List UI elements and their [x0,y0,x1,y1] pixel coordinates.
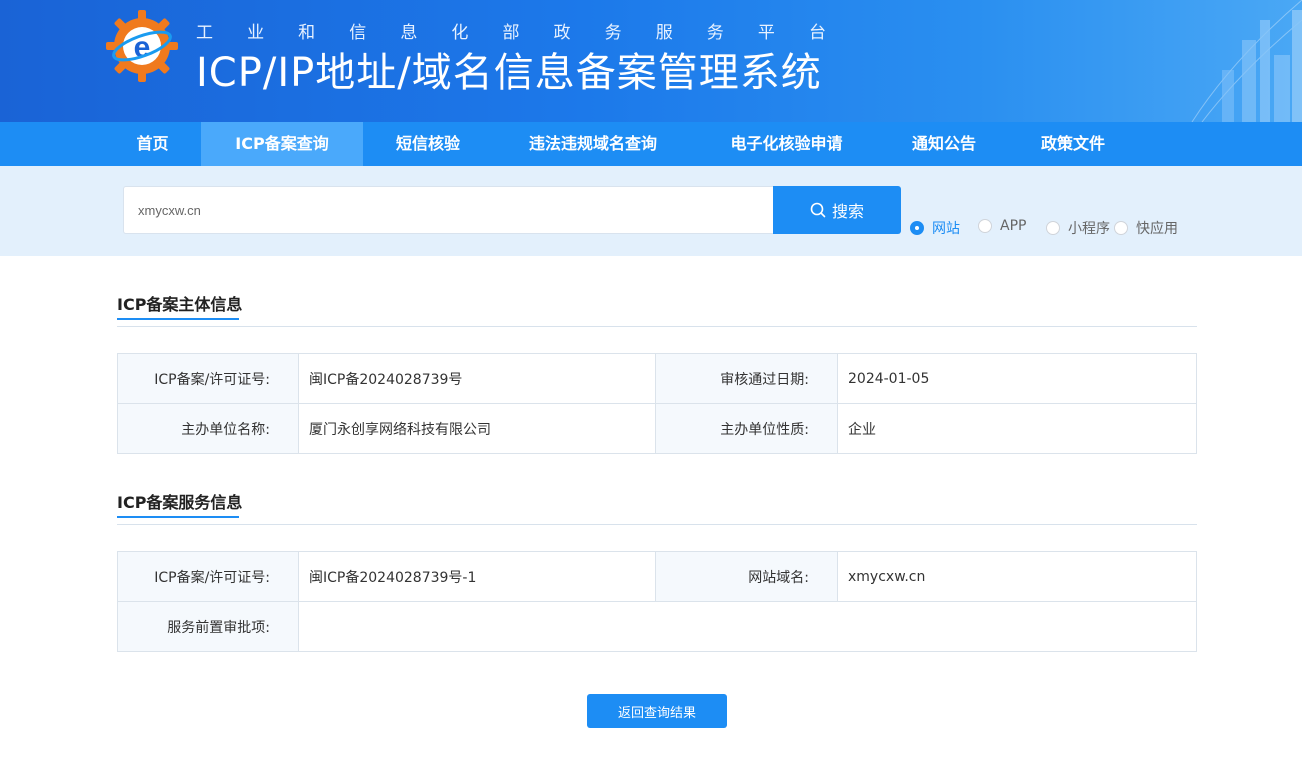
nav-item-notices[interactable]: 通知公告 [880,122,1008,166]
search-input[interactable] [123,186,775,234]
radio-app[interactable]: APP [978,218,1026,234]
section-title-underline [117,318,239,320]
subtitle-char: 台 [808,23,826,43]
search-button[interactable]: 搜索 [773,186,901,234]
nav-item-icp-query[interactable]: ICP备案查询 [201,122,363,166]
subtitle-char: 服 [655,23,673,43]
radio-label: 网站 [932,221,960,237]
subtitle-char: 工 [196,23,213,43]
website-domain-label: 网站域名: [655,551,838,602]
organizer-name-label: 主办单位名称: [117,403,299,454]
search-icon [810,202,826,218]
subject-info-table: ICP备案/许可证号: 闽ICP备2024028739号 审核通过日期: 202… [117,353,1197,454]
organizer-name-value: 厦门永创享网络科技有限公司 [298,403,656,454]
radio-label: 快应用 [1136,221,1178,237]
organizer-type-value: 企业 [837,403,1197,454]
ministry-subtitle: 工业和信息化部政务服务平台 [196,18,826,43]
service-license-label: ICP备案/许可证号: [117,551,299,602]
website-domain-value: xmycxw.cn [837,551,1197,602]
radio-quick-app[interactable]: 快应用 [1114,218,1178,238]
section-divider [117,326,1197,327]
table-row: ICP备案/许可证号: 闽ICP备2024028739号-1 网站域名: xmy… [117,551,1197,602]
subtitle-char: 平 [757,23,775,43]
section-title-underline [117,516,239,518]
subtitle-char: 化 [451,23,469,43]
radio-checked-icon [910,221,924,235]
approval-date-label: 审核通过日期: [655,353,838,404]
subtitle-char: 部 [502,23,520,43]
back-to-results-button[interactable]: 返回查询结果 [587,694,727,728]
search-bar-area: 搜索 网站 APP 小程序 快应用 [0,166,1302,256]
nav-item-sms-verify[interactable]: 短信核验 [363,122,493,166]
table-row: 服务前置审批项: [117,601,1197,652]
radio-unchecked-icon [1046,221,1060,235]
subtitle-char: 业 [247,23,265,43]
license-number-value: 闽ICP备2024028739号 [298,353,656,404]
nav-item-electronic-verify[interactable]: 电子化核验申请 [693,122,880,166]
search-button-label: 搜索 [831,204,864,221]
radio-mini-program[interactable]: 小程序 [1046,218,1110,238]
radio-label: 小程序 [1068,221,1110,237]
pre-approval-label: 服务前置审批项: [117,601,299,652]
license-number-label: ICP备案/许可证号: [117,353,299,404]
header-banner: e 工 业 和 信 息 化 部 政 务 服 务 平 台 ICP/IP地址/域名信息备案管理系统 [0,0,1302,122]
subtitle-char: 政 [553,23,571,43]
pre-approval-value [298,601,1197,652]
section-title-text: ICP备案主体信息 [117,295,243,314]
system-title: ICP/IP地址/域名信息备案管理系统 [196,50,822,96]
subtitle-char: 信 [349,23,367,43]
nav-item-policy-docs[interactable]: 政策文件 [1008,122,1138,166]
organizer-type-label: 主办单位性质: [655,403,838,454]
service-license-value: 闽ICP备2024028739号-1 [298,551,656,602]
section-title-service: ICP备案服务信息 [117,489,243,518]
section-title-subject: ICP备案主体信息 [117,291,243,320]
radio-unchecked-icon [1114,221,1128,235]
main-nav: 首页 ICP备案查询 短信核验 违法违规域名查询 电子化核验申请 通知公告 政策… [0,122,1302,166]
radio-unchecked-icon [978,219,992,233]
nav-item-home[interactable]: 首页 [104,122,201,166]
subtitle-char: 务 [604,23,622,43]
approval-date-value: 2024-01-05 [837,353,1197,404]
section-title-text: ICP备案服务信息 [117,493,243,512]
subtitle-char: 务 [706,23,724,43]
section-divider [117,524,1197,525]
table-row: ICP备案/许可证号: 闽ICP备2024028739号 审核通过日期: 202… [117,353,1197,404]
service-info-table: ICP备案/许可证号: 闽ICP备2024028739号-1 网站域名: xmy… [117,551,1197,652]
subtitle-char: 和 [298,23,316,43]
ministry-logo-icon: e [106,10,178,82]
subtitle-char: 息 [400,23,418,43]
nav-item-illegal-domain-query[interactable]: 违法违规域名查询 [493,122,693,166]
radio-label: APP [1000,218,1027,234]
radio-website[interactable]: 网站 [910,218,960,238]
city-skyline-decoration [1191,0,1302,122]
table-row: 主办单位名称: 厦门永创享网络科技有限公司 主办单位性质: 企业 [117,403,1197,454]
